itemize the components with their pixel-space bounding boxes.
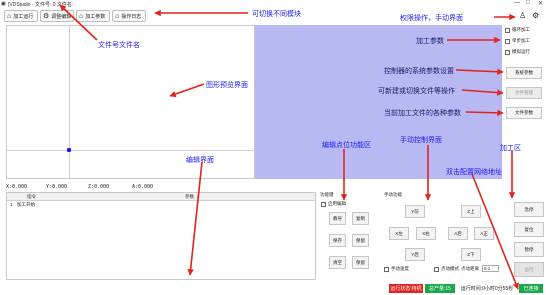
annotation-file-ops: 可新建或切换文件等操作 [378,88,455,95]
annotation-preview: 图形预览界面 [206,82,248,89]
annotation-modules: 可切换不同模块 [252,11,301,18]
annotation-permission: 权限操作，手动界面 [400,15,463,22]
annotation-file: 文件号文件名 [98,42,140,49]
annotation-manual: 手动控制界面 [400,137,442,144]
annotation-network: 双击配置网络地址 [446,169,502,176]
annotation-process-area: 加工区 [500,145,521,152]
annotation-point-func: 编辑点位功能区 [322,142,371,149]
annotation-file-params: 当前加工文件的各种参数 [384,110,461,117]
annotation-arrows [59,4,519,290]
annotation-edit: 编辑界面 [186,157,214,164]
annotation-system-params: 控制器的系统参数设置 [384,68,454,75]
annotation-process-params: 加工参数 [416,38,444,45]
